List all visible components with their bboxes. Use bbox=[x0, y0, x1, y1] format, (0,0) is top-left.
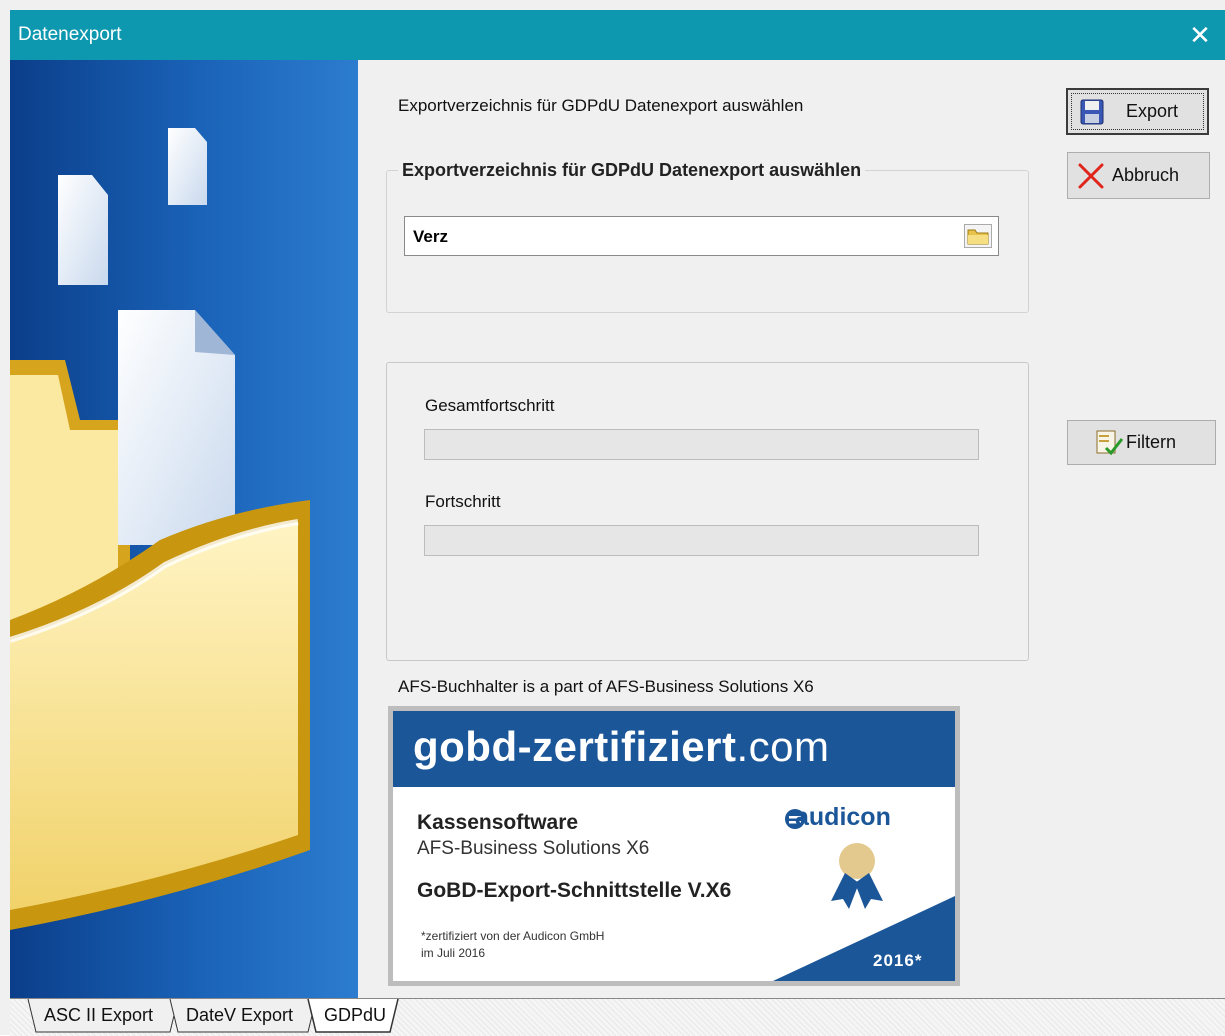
badge-note-line1: *zertifiziert von der Audicon GmbH bbox=[421, 929, 605, 943]
progress-bar bbox=[424, 525, 979, 556]
export-button[interactable]: Export bbox=[1066, 88, 1209, 135]
badge-interface: GoBD-Export-Schnittstelle V.X6 bbox=[417, 879, 732, 902]
tab-strip: ASC II Export DateV Export GDPdU bbox=[10, 998, 1225, 1036]
badge-product: Kassensoftware bbox=[417, 811, 579, 834]
badge-brand: audicon bbox=[795, 803, 891, 831]
folder-documents-icon bbox=[10, 128, 310, 930]
checklist-icon bbox=[1096, 430, 1124, 455]
abort-label: Abbruch bbox=[1112, 165, 1180, 185]
tab-datev-export[interactable]: DateV Export bbox=[180, 999, 299, 1032]
tab-ascii-export[interactable]: ASC II Export bbox=[38, 999, 159, 1032]
badge-note-line2: im Juli 2016 bbox=[421, 946, 486, 960]
close-button[interactable]: ✕ bbox=[1175, 10, 1225, 60]
folder-icon bbox=[967, 229, 989, 245]
badge-corner bbox=[773, 896, 955, 981]
folder-illustration bbox=[10, 60, 358, 998]
abort-button[interactable]: Abbruch bbox=[1067, 152, 1210, 199]
browse-folder-button[interactable] bbox=[964, 224, 992, 248]
total-progress-label: Gesamtfortschritt bbox=[425, 396, 555, 415]
export-dialog: Datenexport ✕ Exportverzeichnis für GDPd… bbox=[0, 0, 1225, 1036]
filter-button[interactable]: Filtern bbox=[1067, 420, 1216, 465]
badge-year: 2016* bbox=[873, 951, 923, 970]
window-title: Datenexport bbox=[18, 24, 122, 45]
directory-field[interactable]: Verz bbox=[404, 216, 999, 256]
filter-label: Filtern bbox=[1126, 432, 1177, 452]
red-x-icon bbox=[1078, 163, 1104, 188]
award-ribbon-icon bbox=[831, 843, 883, 909]
about-text: AFS-Buchhalter is a part of AFS-Business… bbox=[398, 677, 814, 696]
badge-product-name: AFS-Business Solutions X6 bbox=[417, 838, 650, 859]
progress-label: Fortschritt bbox=[425, 492, 501, 511]
export-heading: Exportverzeichnis für GDPdU Datenexport … bbox=[398, 96, 804, 115]
total-progress-bar bbox=[424, 429, 979, 460]
directory-group-title: Exportverzeichnis für GDPdU Datenexport … bbox=[398, 160, 866, 181]
certification-badge: gobd-zertifiziert.com Kassensoftware AFS… bbox=[388, 706, 960, 986]
tab-gdpdu[interactable]: GDPdU bbox=[318, 999, 392, 1032]
title-bar: Datenexport ✕ bbox=[10, 10, 1225, 60]
close-icon: ✕ bbox=[1189, 19, 1211, 50]
focus-outline bbox=[1071, 93, 1204, 130]
directory-value: Verz bbox=[413, 227, 448, 246]
